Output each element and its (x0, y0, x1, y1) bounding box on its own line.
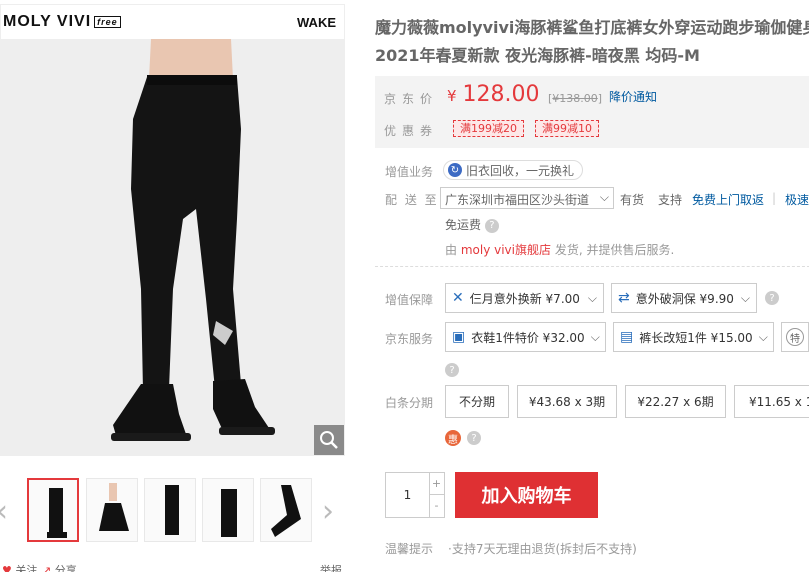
chevron-down-icon: ⌵ (590, 329, 600, 344)
next-thumb-arrow[interactable]: › (322, 494, 334, 529)
quantity-input[interactable]: 1 (386, 473, 430, 517)
free-pickup-link[interactable]: 免费上门取返 (692, 191, 764, 208)
original-price: [¥138.00] (548, 92, 603, 105)
jd-service-option-3[interactable]: 特 (781, 322, 809, 352)
recycle-pill[interactable]: ↻ 旧衣回收，一元换礼 (443, 160, 584, 180)
thumbnail-1[interactable] (27, 478, 79, 542)
price-label: 京东价 (384, 92, 439, 106)
thumbnail-3[interactable] (144, 478, 196, 542)
prev-thumb-arrow[interactable]: ‹ (0, 494, 8, 529)
help-icon[interactable]: ? (484, 218, 499, 233)
thumbnail-2[interactable] (86, 478, 138, 542)
thumbnail-5[interactable] (260, 478, 312, 542)
main-product-image[interactable]: MOLY VIVI free WAKE (0, 4, 345, 456)
express-link[interactable]: 极速 (785, 191, 809, 208)
brand-logo: MOLY VIVI free (3, 13, 121, 31)
chevron-down-icon: ⌵ (740, 290, 750, 305)
tips-label: 温馨提示 (385, 542, 434, 556)
jd-service-help-icon[interactable]: ? (445, 363, 459, 377)
thumbnail-strip: ‹ › (0, 474, 345, 546)
tips-text: ·支持7天无理由退货(拆封后不支持) (448, 542, 637, 556)
share-icon: ↗ (42, 564, 52, 572)
guarantee-option-2[interactable]: ⇄ 意外破洞保 ¥9.90 ⌵ (611, 283, 757, 313)
freight-text: 免运费 ? (445, 216, 499, 233)
jd-service-option-2[interactable]: ▤ 裤长改短1件 ¥15.00 ⌵ (613, 322, 774, 352)
separator: | (772, 191, 777, 205)
quantity-decrease-button[interactable]: - (429, 495, 444, 517)
seller-link[interactable]: moly vivi旗舰店 (461, 243, 551, 257)
sewing-icon: ▤ (620, 329, 634, 345)
coupon-1[interactable]: 满199减20 (453, 120, 524, 137)
installment-option-3[interactable]: ¥22.27 x 6期 (625, 385, 726, 418)
guarantee-label: 增值保障 (385, 293, 434, 307)
stock-status: 有货 (620, 193, 645, 207)
zoom-button[interactable] (314, 425, 344, 455)
search-icon (320, 431, 338, 449)
divider (375, 266, 809, 267)
installment-option-2[interactable]: ¥43.68 x 3期 (517, 385, 617, 418)
thumbnail-4[interactable] (202, 478, 254, 542)
installment-label: 白条分期 (385, 396, 434, 410)
quantity-increase-button[interactable]: + (429, 473, 444, 495)
product-title: 魔力薇薇molyvivi海豚裤鲨鱼打底裤女外穿运动跑步瑜伽健身裤 2021年春夏… (375, 14, 809, 70)
installment-help-icon[interactable]: ? (467, 431, 481, 445)
brand-wake-text: WAKE (297, 15, 336, 30)
clothes-icon: ▣ (452, 329, 466, 345)
wrench-icon: ✕ (452, 290, 464, 306)
shield-icon: ⇄ (618, 290, 630, 306)
price-summary: 京东价 ¥128.00 [¥138.00] 降价通知 优惠券 满199减20 满… (375, 76, 809, 148)
guarantee-option-1[interactable]: ✕ 仨月意外换新 ¥7.00 ⌵ (445, 283, 604, 313)
heart-icon: ♥ (2, 564, 12, 572)
quantity-stepper: 1 + - (385, 472, 445, 518)
seller-info: 由 moly vivi旗舰店 发货, 并提供售后服务. (445, 243, 675, 257)
installment-option-4[interactable]: ¥11.65 x 1 (734, 385, 809, 418)
jd-service-option-1[interactable]: ▣ 衣鞋1件特价 ¥32.00 ⌵ (445, 322, 606, 352)
guarantee-help-icon[interactable]: ? (765, 291, 779, 305)
chevron-down-icon: ⌵ (599, 190, 609, 204)
price-drop-notify-link[interactable]: 降价通知 (609, 88, 657, 105)
discount-icon[interactable]: 惠 (445, 430, 461, 446)
jd-service-label: 京东服务 (385, 332, 434, 346)
product-title-line2: 2021年春夏新款 夜光海豚裤-暗夜黑 均码-M (375, 46, 700, 65)
addon-label: 增值业务 (385, 165, 434, 179)
report-link[interactable]: 举报 (320, 562, 342, 572)
coupon-label: 优惠券 (384, 124, 439, 138)
add-to-cart-button[interactable]: 加入购物车 (455, 472, 598, 518)
chevron-down-icon: ⌵ (587, 290, 597, 305)
coupon-2[interactable]: 满99减10 (535, 120, 599, 137)
price: ¥128.00 (447, 82, 540, 107)
brand-bar: MOLY VIVI free WAKE (1, 5, 344, 39)
support-text: 支持 (658, 193, 683, 207)
address-selector[interactable]: 广东深圳市福田区沙头街道 ⌵ (440, 187, 614, 209)
recycle-icon: ↻ (448, 163, 462, 177)
installment-option-1[interactable]: 不分期 (445, 385, 509, 418)
share-link[interactable]: ↗ 分享 (42, 562, 77, 572)
chevron-down-icon: ⌵ (758, 329, 768, 344)
follow-link[interactable]: ♥ 关注 (2, 562, 37, 572)
product-title-line1: 魔力薇薇molyvivi海豚裤鲨鱼打底裤女外穿运动跑步瑜伽健身裤 (375, 18, 809, 37)
model-illustration (111, 39, 275, 441)
ship-to-label: 配 送 至 (385, 193, 439, 207)
